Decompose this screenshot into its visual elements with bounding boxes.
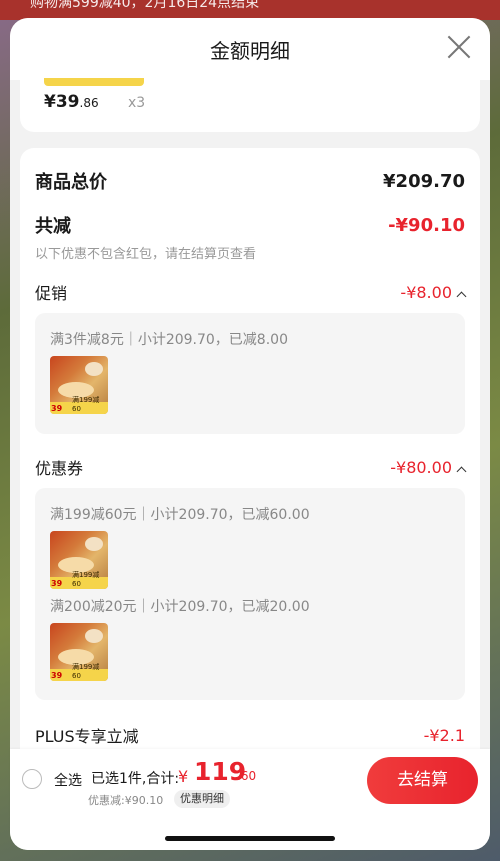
total-decimal: .60 [237,769,257,783]
total-row: 商品总价 ¥209.70 [35,168,465,194]
sheet-title: 金额明细 [210,39,290,63]
coupon-value: -¥80.00 [390,457,452,477]
chevron-up-icon [456,466,467,476]
total-label: 商品总价 [35,172,107,193]
select-all-checkbox[interactable] [22,769,42,789]
promotion-value: -¥8.00 [400,282,452,302]
product-thumbnail: 39 满199减60 [50,531,108,589]
product-thumb-strip [44,78,144,86]
promotion-group: 满3件减8元｜小计209.70，已减8.00 39 满199减60 [35,313,465,434]
background-banner: 购物满599减40，2月16日24点结束 [0,0,500,20]
reduce-row: 共减 -¥90.10 [35,212,465,238]
total-currency: ¥ [178,767,189,786]
coupon-group: 满199减60元｜小计209.70，已减60.00 39 满199减60 满20… [35,488,465,700]
chevron-up-icon [456,291,467,301]
total-value: ¥209.70 [383,170,465,192]
coupon-line: 满199减60元｜小计209.70，已减60.00 [50,507,310,523]
promotion-line: 满3件减8元｜小计209.70，已减8.00 [50,332,288,348]
product-thumbnail: 39 满199减60 [50,356,108,414]
product-quantity: x3 [128,95,146,111]
discount-note: 优惠减:¥90.10 [88,794,164,807]
checkout-button[interactable]: 去结算 [367,757,478,804]
product-thumbnail: 39 满199减60 [50,623,108,681]
coupon-label: 优惠券 [35,459,84,478]
plus-value: -¥2.1 [423,725,465,745]
plus-row: PLUS专享立减 -¥2.1 [35,723,465,747]
reduce-value: -¥90.10 [388,214,465,236]
checkout-bar: 全选 已选1件,合计: ¥ 119 .60 优惠减:¥90.10 优惠明细 去结… [10,749,490,850]
close-icon[interactable] [446,34,472,60]
product-price: ¥39.86 [44,92,99,112]
selected-summary: 已选1件,合计: [91,771,180,787]
reduce-note: 以下优惠不包含红包，请在结算页查看 [35,247,257,262]
discount-detail-button[interactable]: 优惠明细 [174,790,230,808]
coupon-line: 满200减20元｜小计209.70，已减20.00 [50,599,310,615]
coupon-toggle[interactable]: -¥80.00 [390,457,467,477]
reduce-label: 共减 [35,216,71,237]
coupon-row[interactable]: 优惠券 -¥80.00 [35,455,467,479]
amount-detail-sheet: 金额明细 ¥39.86 x3 商品总价 ¥209.70 共减 -¥90.10 以… [10,18,490,850]
promotion-label: 促销 [35,284,68,303]
promotion-row[interactable]: 促销 -¥8.00 [35,280,467,304]
sheet-header: 金额明细 [10,18,490,80]
home-indicator [165,836,335,841]
select-all-label[interactable]: 全选 [54,770,82,790]
detail-card: 商品总价 ¥209.70 共减 -¥90.10 以下优惠不包含红包，请在结算页查… [20,148,480,850]
product-card: ¥39.86 x3 [20,76,480,132]
plus-label: PLUS专享立减 [35,727,139,746]
promotion-toggle[interactable]: -¥8.00 [400,282,467,302]
